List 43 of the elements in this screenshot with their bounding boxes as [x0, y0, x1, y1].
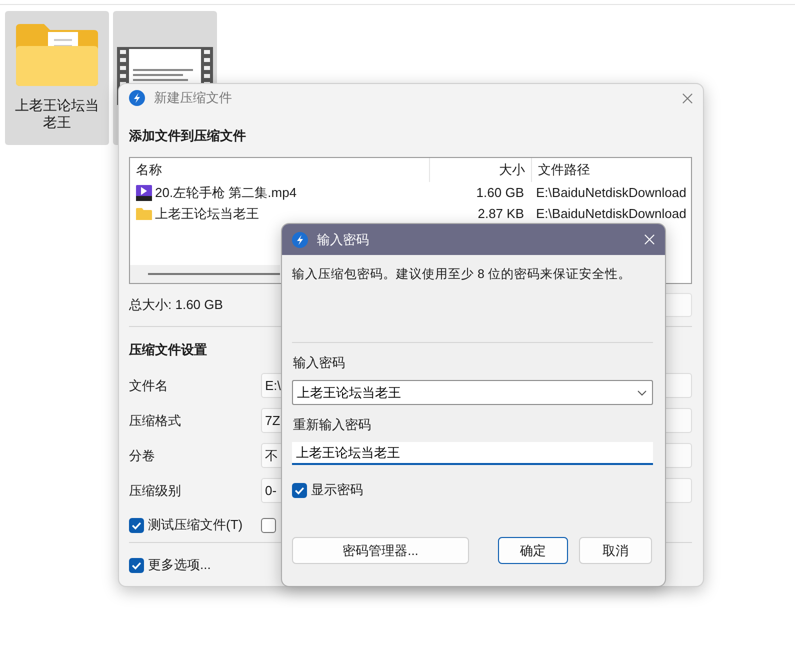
folder-icon [136, 206, 152, 222]
dialog-button[interactable]: 取消 [579, 537, 652, 564]
instruction-text: 输入压缩包密码。建议使用至少 8 位的密码来保证安全性。 [292, 266, 632, 283]
section-heading: 添加文件到压缩文件 [129, 127, 247, 145]
folder-icon [14, 22, 100, 88]
checkbox-label: 更多选项... [148, 556, 211, 574]
dialog-button[interactable]: 确定 [498, 537, 568, 564]
column-header[interactable]: 大小 [430, 158, 532, 182]
file-size: 2.87 KB [476, 206, 525, 221]
video-file-icon [136, 184, 152, 200]
file-path: E:\BaiduNetdiskDownload [535, 206, 686, 221]
file-name: 20.左轮手枪 第二集.mp4 [155, 184, 297, 202]
caret-icon[interactable] [637, 390, 647, 396]
checkbox[interactable] [292, 482, 307, 498]
checkbox-label: 显示密码 [311, 481, 363, 499]
password-field[interactable]: 上老王论坛当老王 [292, 442, 653, 465]
checkbox-label: 测试压缩文件(T) [148, 516, 243, 534]
setting-label: 文件名 [129, 376, 169, 394]
column-header[interactable]: 名称 [130, 158, 430, 182]
window-title: 新建压缩文件 [154, 89, 233, 107]
setting-label: 压缩格式 [129, 412, 182, 430]
checkbox[interactable] [129, 518, 144, 532]
file-size: 1.60 GB [475, 185, 525, 200]
setting-label: 压缩级别 [129, 482, 182, 500]
field-label: 输入密码 [293, 354, 346, 372]
scrollbar[interactable] [130, 265, 280, 283]
folder-name: 上老王论坛当老王 [14, 97, 100, 131]
section-heading: 压缩文件设置 [129, 341, 208, 359]
app-logo-icon [292, 232, 308, 248]
field-label: 重新输入密码 [293, 416, 372, 434]
column-header[interactable]: 文件路径 [532, 161, 590, 179]
password-combo[interactable]: 上老王论坛当老王 [292, 380, 653, 405]
close-icon[interactable] [682, 92, 693, 104]
checkbox[interactable] [261, 518, 276, 532]
file-path: E:\BaiduNetdiskDownload [535, 185, 686, 200]
setting-label: 分卷 [129, 446, 156, 464]
desktop-item[interactable]: 上老王论坛当老王 [5, 11, 109, 145]
total-size: 总大小: 1.60 GB [129, 296, 223, 314]
app-logo-icon [129, 90, 145, 106]
file-name: 上老王论坛当老王 [155, 204, 259, 222]
dialog-button[interactable]: 密码管理器... [292, 537, 469, 564]
dialog-title: 输入密码 [317, 230, 370, 248]
checkbox[interactable] [129, 558, 144, 572]
